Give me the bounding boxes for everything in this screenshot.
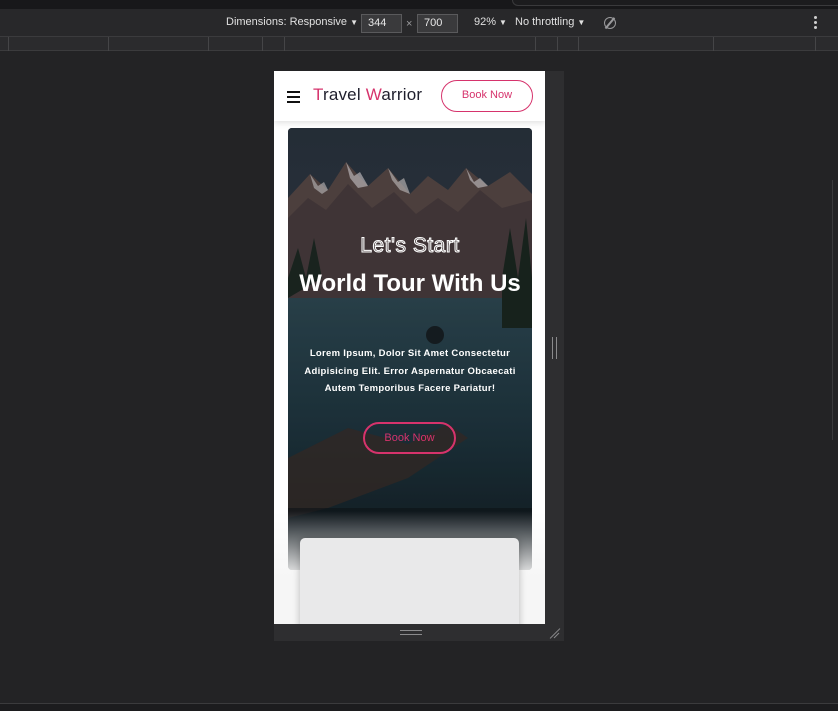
throttling-dropdown[interactable]: No throttling ▼ (515, 16, 585, 28)
dimensions-dropdown[interactable]: Dimensions: Responsive ▼ (226, 16, 358, 28)
panel-edge (832, 180, 838, 440)
logo-initial-w: W (365, 85, 382, 104)
height-input[interactable]: 700 (417, 14, 458, 33)
hero-title: World Tour With Us (299, 270, 521, 297)
header-book-now-button[interactable]: Book Now (441, 80, 533, 112)
info-card (300, 538, 519, 624)
hero-book-now-button[interactable]: Book Now (363, 422, 456, 454)
site-header: Travel Warrior Book Now (274, 71, 545, 121)
chevron-down-icon: ▼ (499, 18, 507, 27)
logo-text-warrior: arrior (381, 85, 423, 104)
device-toolbar: Dimensions: Responsive ▼ 344 × 700 92% ▼ N… (0, 9, 838, 37)
resize-handle-right[interactable] (545, 71, 564, 641)
throttling-label: No throttling (515, 16, 575, 28)
zoom-label: 92% (474, 16, 497, 28)
times-sign: × (406, 18, 413, 30)
rotate-icon[interactable] (604, 17, 616, 29)
more-vertical-icon[interactable] (814, 16, 818, 30)
resize-handle-bottom[interactable] (274, 624, 545, 641)
media-query-ruler[interactable] (0, 37, 838, 51)
chevron-down-icon: ▼ (577, 18, 586, 27)
device-viewport: Travel Warrior Book Now Let's Start Worl… (274, 71, 545, 624)
hero-banner: Let's Start World Tour With Us Lorem Ips… (288, 128, 532, 570)
hero-kicker: Let's Start (360, 234, 460, 258)
width-input[interactable]: 344 (361, 14, 402, 33)
logo-initial-t: T (313, 85, 323, 104)
window-top-strip (0, 0, 838, 9)
hero-image-dot (426, 326, 444, 344)
hero-description: Lorem Ipsum, Dolor Sit Amet Consectetur … (304, 348, 516, 394)
zoom-dropdown[interactable]: 92% ▼ (474, 16, 507, 28)
logo-text-travel: ravel (322, 85, 366, 104)
dimensions-label: Dimensions: Responsive (226, 16, 348, 28)
site-logo[interactable]: Travel Warrior (313, 85, 422, 105)
tab-edge (512, 0, 838, 6)
resize-handle-corner[interactable] (548, 627, 560, 639)
hamburger-icon[interactable] (287, 91, 300, 103)
bottom-strip (0, 703, 838, 711)
chevron-down-icon: ▼ (350, 18, 358, 27)
